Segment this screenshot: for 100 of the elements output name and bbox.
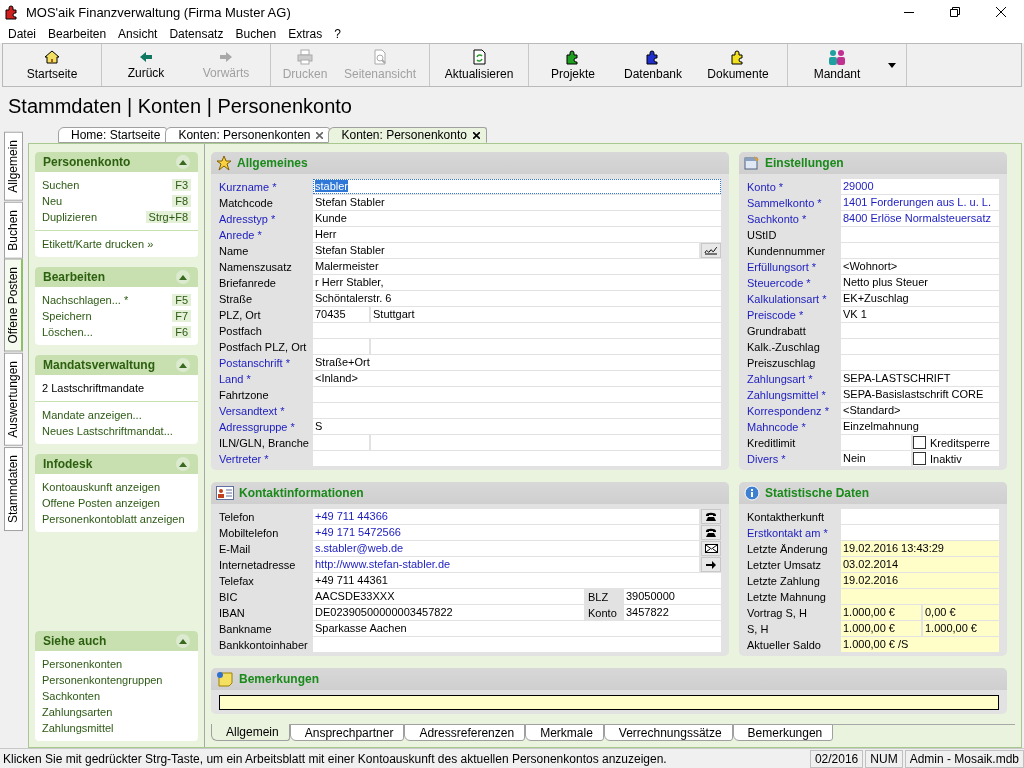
bottom-tab[interactable]: Merkmale (525, 724, 604, 741)
menu-item[interactable]: Buchen (229, 26, 283, 41)
input-field[interactable]: 19.02.2016 (841, 573, 999, 588)
action-button[interactable] (701, 557, 721, 572)
input-field[interactable]: <Standard> (841, 403, 999, 418)
bottom-tab[interactable]: Allgemein (211, 724, 290, 741)
menu-item[interactable]: ? (328, 26, 347, 41)
signature-button[interactable] (701, 243, 721, 258)
input-field[interactable]: 1.000,00 € /S (841, 637, 999, 652)
bottom-tab[interactable]: Bemerkungen (732, 724, 834, 741)
input-field[interactable]: AACSDE33XXX (313, 589, 584, 604)
input-field[interactable]: 1.000,00 € (841, 621, 921, 636)
task-link[interactable]: Kontoauskunft anzeigen (42, 479, 191, 495)
menu-item[interactable]: Datensatz (163, 26, 230, 41)
toolbar-button[interactable]: Datenbank (613, 44, 693, 86)
task-link[interactable]: Nachschlagen... * (42, 294, 129, 306)
input-field[interactable] (841, 435, 911, 450)
input-field[interactable] (313, 435, 369, 450)
input-field[interactable]: Einzelmahnung (841, 419, 999, 434)
task-link[interactable]: Sachkonten (42, 688, 191, 704)
input-field[interactable] (371, 435, 721, 450)
input-field[interactable]: +49 711 44366 (313, 509, 699, 524)
checkbox[interactable]: Kreditsperre (913, 435, 999, 450)
toolbar-button[interactable]: Projekte (533, 44, 613, 86)
input-field[interactable] (313, 451, 721, 466)
task-link[interactable]: Mandate anzeigen... (42, 407, 191, 423)
input-field[interactable] (371, 339, 721, 354)
input-field[interactable]: Herr (313, 227, 721, 242)
input-field[interactable]: Netto plus Steuer (841, 275, 999, 290)
input-field[interactable] (841, 227, 999, 242)
input-field[interactable] (313, 387, 721, 402)
input-field[interactable]: Stefan Stabler (313, 195, 721, 210)
input-field[interactable]: Nein (841, 451, 911, 466)
input-field[interactable] (841, 525, 999, 540)
toolbar-button[interactable]: Dokumente (693, 44, 783, 86)
task-link[interactable]: Löschen... (42, 326, 93, 338)
input-field[interactable]: EK+Zuschlag (841, 291, 999, 306)
bottom-tab[interactable]: Ansprechpartner (289, 724, 405, 741)
input-field[interactable]: SEPA-LASTSCHRIFT (841, 371, 999, 386)
side-tab[interactable]: Stammdaten (4, 446, 23, 531)
task-link[interactable]: Personenkonten (42, 656, 191, 672)
toolbar-button[interactable]: Mandant (792, 44, 882, 86)
input-field[interactable]: Kunde (313, 211, 721, 226)
task-link[interactable]: Etikett/Karte drucken » (42, 236, 191, 252)
input-field[interactable]: <Inland> (313, 371, 721, 386)
input-field[interactable]: 1.000,00 € (923, 621, 999, 636)
task-link[interactable]: Neues Lastschriftmandat... (42, 423, 191, 439)
input-field[interactable]: 1.000,00 € (841, 605, 921, 620)
input-field[interactable]: Schöntalerstr. 6 (313, 291, 721, 306)
input-field[interactable] (313, 403, 721, 418)
input-field[interactable]: Malermeister (313, 259, 721, 274)
menu-item[interactable]: Bearbeiten (42, 26, 113, 41)
collapse-button[interactable] (176, 457, 190, 471)
input-field[interactable]: +49 171 5472566 (313, 525, 699, 540)
input-field[interactable]: 03.02.2014 (841, 557, 999, 572)
input-field[interactable] (841, 589, 999, 604)
task-link[interactable]: Personenkontengruppen (42, 672, 191, 688)
input-field[interactable]: 1401 Forderungen aus L. u. L. (841, 195, 999, 210)
task-link[interactable]: Zahlungsmittel (42, 720, 191, 736)
input-field[interactable]: Straße+Ort (313, 355, 721, 370)
menu-item[interactable]: Datei (2, 26, 42, 41)
input-field[interactable]: stabler (313, 179, 721, 194)
task-link[interactable]: Zahlungsarten (42, 704, 191, 720)
collapse-button[interactable] (176, 155, 190, 169)
input-field[interactable]: 29000 (841, 179, 999, 194)
menu-item[interactable]: Ansicht (112, 26, 164, 41)
task-link[interactable]: Personenkontoblatt anzeigen (42, 511, 191, 527)
task-link[interactable]: Duplizieren (42, 211, 98, 223)
input-field[interactable]: 3457822 (624, 605, 721, 620)
notes-field[interactable] (219, 695, 999, 710)
side-tab[interactable]: Offene Posten (4, 259, 23, 352)
input-field[interactable]: 0,00 € (923, 605, 999, 620)
bottom-tab[interactable]: Verrechnungssätze (603, 724, 733, 741)
input-field[interactable]: 70435 (313, 307, 369, 322)
input-field[interactable] (841, 243, 999, 258)
input-field[interactable]: s.stabler@web.de (313, 541, 699, 556)
collapse-button[interactable] (176, 358, 190, 372)
action-button[interactable] (701, 525, 721, 540)
toolbar-button[interactable]: Aktualisieren (434, 44, 524, 86)
input-field[interactable]: SEPA-Basislastschrift CORE (841, 387, 999, 402)
side-tab[interactable]: Auswertungen (4, 352, 23, 446)
input-field[interactable]: S (313, 419, 721, 434)
input-field[interactable]: http://www.stefan-stabler.de (313, 557, 699, 572)
collapse-button[interactable] (176, 634, 190, 648)
input-field[interactable] (841, 355, 999, 370)
input-field[interactable] (313, 339, 369, 354)
input-field[interactable]: Sparkasse Aachen (313, 621, 721, 636)
bottom-tab[interactable]: Adressreferenzen (404, 724, 526, 741)
task-link[interactable]: Speichern (42, 310, 92, 322)
input-field[interactable]: 39050000 (624, 589, 721, 604)
side-tab[interactable]: Buchen (4, 201, 23, 259)
toolbar-button[interactable]: Zurück (106, 44, 186, 86)
document-tab[interactable]: Home: Startseite (58, 127, 168, 143)
toolbar-button[interactable]: Startseite (7, 44, 97, 86)
input-field[interactable] (313, 637, 721, 652)
document-tab[interactable]: Konten: Personenkonto (328, 127, 487, 143)
side-tab[interactable]: Allgemein (4, 132, 23, 201)
input-field[interactable]: DE02390500000003457822 (313, 605, 584, 620)
input-field[interactable] (313, 323, 721, 338)
input-field[interactable]: r Herr Stabler, (313, 275, 721, 290)
